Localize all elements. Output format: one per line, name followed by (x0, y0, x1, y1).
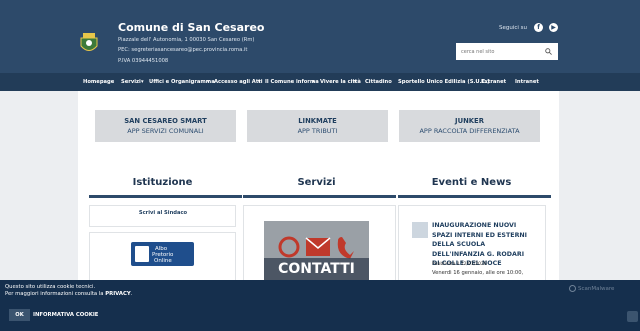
contact-icons (278, 236, 354, 259)
facebook-icon[interactable]: f (534, 23, 543, 32)
column-title-istituzione: Istituzione (132, 177, 193, 188)
app-subtitle: APP RACCOLTA DIFFERENZIATA (419, 127, 520, 135)
scrivi-box (89, 205, 236, 227)
chevron-down-icon[interactable]: ▾ (141, 79, 144, 85)
news-date: Pubblicata il 12/01/2026 (432, 262, 487, 267)
app-san-cesareo-smart[interactable]: SAN CESAREO SMART APP SERVIZI COMUNALI (95, 110, 236, 142)
app-title: JUNKER (455, 117, 484, 125)
nav-item-cittadino[interactable]: Cittadino (365, 79, 392, 85)
address-text: Piazzale dell' Autonomia, 1 00030 San Ce… (118, 37, 255, 43)
app-linkmate[interactable]: LINKMATE APP TRIBUTI (247, 110, 388, 142)
chevron-down-icon[interactable]: ▾ (354, 79, 357, 85)
scroll-top-button[interactable] (627, 311, 638, 322)
divider (398, 195, 551, 198)
chevron-down-icon[interactable]: ▾ (258, 79, 261, 85)
search-box (456, 43, 558, 60)
column-title-servizi: Servizi (297, 177, 336, 188)
albo-label: Online (154, 258, 172, 264)
column-title-eventi: Eventi e News (431, 177, 512, 188)
follow-label: Seguici su (499, 25, 528, 31)
nav-item-intranet[interactable]: Intranet (515, 79, 539, 85)
chevron-down-icon[interactable]: ▾ (207, 79, 210, 85)
cookie-banner: Questo sito utilizza cookie tecnici. Per… (0, 280, 640, 331)
nav-item-extranet[interactable]: Extranet (481, 79, 506, 85)
main-nav: Homepage Servizi ▾ Uffici e Organigramma… (0, 73, 640, 91)
nav-item-comune-informa[interactable]: Il Comune informa (265, 79, 319, 85)
divider (89, 195, 242, 198)
nav-item-uffici[interactable]: Uffici e Organigramma (149, 79, 215, 85)
contatti-label: CONTATTI (278, 261, 355, 277)
scanmalware-icon (569, 285, 576, 292)
search-input[interactable] (461, 43, 541, 60)
app-subtitle: APP TRIBUTI (297, 127, 338, 135)
contatti-banner[interactable]: CONTATTI (264, 221, 369, 281)
app-subtitle: APP SERVIZI COMUNALI (127, 127, 204, 135)
divider (243, 195, 396, 198)
site-header: Comune di San Cesareo Piazzale dell' Aut… (0, 0, 640, 73)
cookie-ok-button[interactable]: OK (9, 309, 30, 321)
news-excerpt: Venerdì 16 gennaio, alle ore 10:00, (432, 270, 524, 276)
nav-item-sue[interactable]: Sportello Unico Edilizia (S.U.E.) (398, 79, 489, 85)
scrivi-al-sindaco-link[interactable]: Scrivi al Sindaco (90, 210, 236, 216)
nav-item-servizi[interactable]: Servizi (121, 79, 141, 85)
cookie-text: Questo sito utilizza cookie tecnici. (5, 284, 96, 290)
app-title: LINKMATE (298, 117, 337, 125)
news-thumbnail[interactable] (412, 222, 428, 238)
app-junker[interactable]: JUNKER APP RACCOLTA DIFFERENZIATA (399, 110, 540, 142)
document-icon (135, 246, 149, 262)
coat-of-arms-icon[interactable] (78, 30, 100, 55)
pec-text: PEC: segreteriasancesareo@pec.provincia.… (118, 47, 248, 53)
piva-text: P.IVA 03944451008 (118, 58, 169, 64)
cookie-info-link[interactable]: INFORMATIVA COOKIE (33, 312, 98, 318)
chevron-down-icon[interactable]: ▾ (312, 79, 315, 85)
site-title[interactable]: Comune di San Cesareo (118, 21, 264, 34)
search-icon[interactable] (545, 48, 552, 55)
privacy-link[interactable]: PRIVACY (105, 291, 131, 297)
nav-item-accesso-atti[interactable]: Accesso agli Atti (214, 79, 263, 85)
scanmalware-badge[interactable]: ScanMalware (578, 286, 614, 292)
nav-item-homepage[interactable]: Homepage (83, 79, 114, 85)
cookie-text: Per maggiori informazioni consulta la PR… (5, 291, 133, 297)
app-title: SAN CESAREO SMART (124, 117, 207, 125)
youtube-icon[interactable]: ▶ (549, 23, 558, 32)
albo-pretorio-button[interactable]: Albo Pretorio Online (131, 242, 194, 266)
